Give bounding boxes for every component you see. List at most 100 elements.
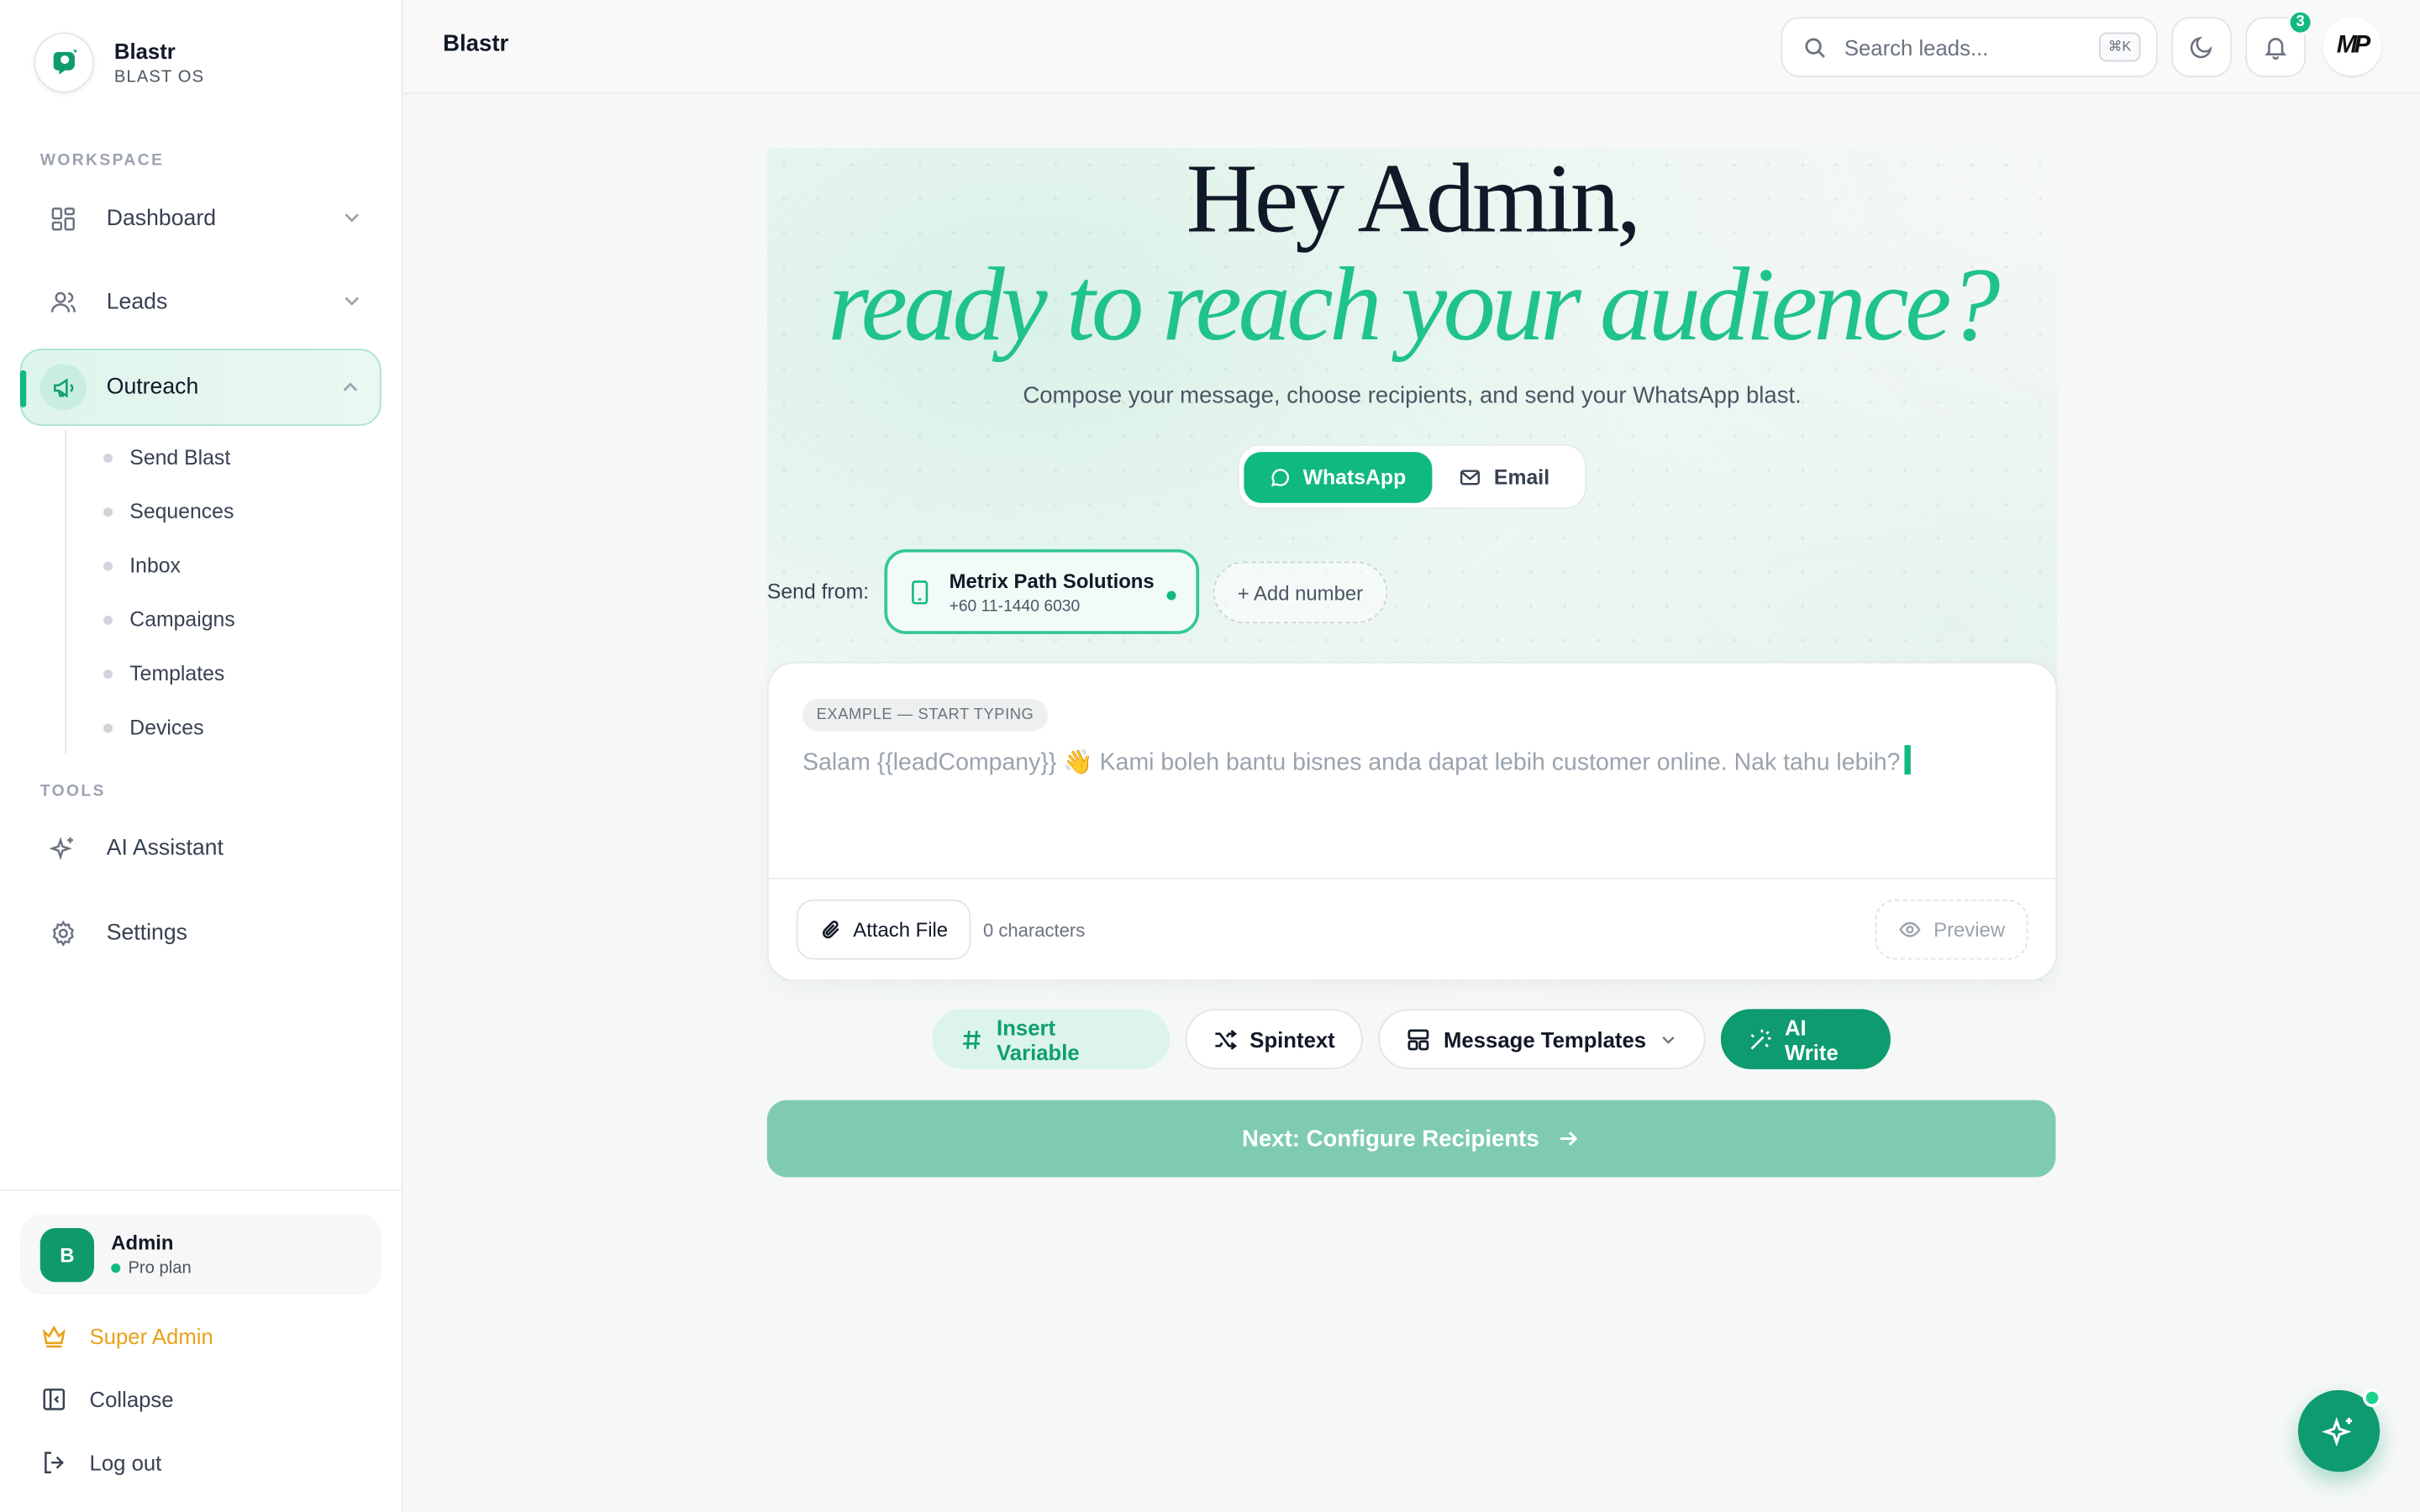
- arrow-right-icon: [1560, 1131, 1578, 1146]
- brand[interactable]: Blastr BLAST OS: [34, 32, 204, 93]
- phone-icon: [912, 580, 929, 604]
- insert-variable-button[interactable]: Insert Variable: [932, 1009, 1171, 1069]
- sidebar-item-leads[interactable]: Leads: [20, 264, 381, 341]
- notification-badge: 3: [2286, 9, 2314, 36]
- sidebar-item-label: AI Assistant: [106, 836, 224, 861]
- users-icon: [48, 287, 79, 318]
- hero-subtitle: Compose your message, choose recipients,…: [1023, 382, 1802, 409]
- subnav-sequences[interactable]: Sequences: [66, 485, 374, 538]
- tab-whatsapp-label: WhatsApp: [1302, 465, 1407, 489]
- sidebar-item-label: Settings: [106, 921, 187, 946]
- outreach-subnav: Send Blast Sequences Inbox Campaigns Tem…: [65, 430, 374, 755]
- moon-icon: [2190, 36, 2212, 59]
- message-templates-button[interactable]: Message Templates: [1378, 1009, 1706, 1069]
- sidebar-item-label: Dashboard: [106, 207, 217, 232]
- ai-write-button[interactable]: AI Write: [1720, 1009, 1891, 1069]
- status-dot: [111, 1263, 121, 1273]
- next-configure-recipients-button[interactable]: Next: Configure Recipients: [766, 1100, 2056, 1178]
- plan-label: Pro plan: [128, 1258, 192, 1278]
- user-name: Admin: [111, 1231, 174, 1255]
- page-title: Blastr: [443, 30, 509, 57]
- search-input[interactable]: [1844, 34, 2076, 60]
- sidebar-item-settings[interactable]: Settings: [20, 895, 381, 972]
- brand-name: Blastr: [113, 38, 176, 64]
- super-admin-link[interactable]: Super Admin: [40, 1322, 213, 1350]
- sidebar-item-label: Outreach: [106, 375, 199, 400]
- character-count: 0 characters: [982, 919, 1086, 942]
- composer-tools: Insert Variable Spintext Message Templat…: [932, 1009, 1891, 1069]
- tab-whatsapp[interactable]: WhatsApp: [1244, 451, 1433, 502]
- device-name: Metrix Path Solutions: [949, 568, 1155, 592]
- hash-icon: [963, 1030, 981, 1048]
- next-button-label: Next: Configure Recipients: [1242, 1125, 1539, 1152]
- user-plan: Pro plan: [111, 1258, 192, 1278]
- divider: [768, 878, 2056, 879]
- subnav-devices[interactable]: Devices: [66, 701, 374, 754]
- fab-status-dot: [2362, 1389, 2382, 1408]
- layout-template-icon: [1408, 1028, 1430, 1050]
- device-number: +60 11-1440 6030: [949, 596, 1081, 615]
- message-placeholder: Salam {{leadCompany}} 👋 Kami boleh bantu…: [802, 749, 1901, 776]
- sidebar-item-dashboard[interactable]: Dashboard: [20, 181, 381, 258]
- preview-label: Preview: [1933, 917, 2006, 942]
- sparkles-icon: [48, 833, 79, 864]
- shuffle-icon: [1215, 1029, 1238, 1049]
- notifications-button[interactable]: 3: [2245, 9, 2314, 77]
- hero-greeting: Hey Admin,: [1186, 143, 1642, 254]
- example-tag: EXAMPLE — START TYPING: [802, 699, 1048, 732]
- sidebar-footer: B Admin Pro plan Super Admin Collapse Lo…: [0, 1189, 403, 1512]
- sidebar-item-ai-assistant[interactable]: AI Assistant: [20, 810, 381, 887]
- message-textarea[interactable]: Salam {{leadCompany}} 👋 Kami boleh bantu…: [802, 745, 1912, 778]
- spintext-button[interactable]: Spintext: [1185, 1009, 1363, 1069]
- brand-logo-icon: [34, 32, 95, 93]
- topbar: Blastr ⌘K 3 MP: [404, 0, 2420, 95]
- subnav-inbox[interactable]: Inbox: [66, 538, 374, 592]
- user-card[interactable]: B Admin Pro plan: [19, 1214, 381, 1294]
- logout-icon: [45, 1452, 64, 1474]
- gear-icon: [48, 918, 79, 949]
- collapse-label: Collapse: [89, 1387, 174, 1412]
- logout-button[interactable]: Log out: [40, 1449, 162, 1477]
- shortcut-hint: ⌘K: [2098, 32, 2141, 62]
- message-composer: EXAMPLE — START TYPING Salam {{leadCompa…: [766, 661, 2058, 982]
- bell-icon: [2265, 38, 2287, 60]
- ai-assistant-fab[interactable]: [2297, 1389, 2382, 1473]
- attach-file-label: Attach File: [853, 917, 949, 942]
- device-selector[interactable]: Metrix Path Solutions +60 11-1440 6030: [884, 549, 1200, 634]
- message-templates-label: Message Templates: [1444, 1026, 1647, 1052]
- chevron-down-icon: [345, 297, 360, 306]
- spintext-label: Spintext: [1249, 1026, 1335, 1052]
- app-root: Blastr BLAST OS WORKSPACE Dashboard Lead…: [0, 0, 2420, 1512]
- subnav-campaigns[interactable]: Campaigns: [66, 592, 374, 646]
- subnav-send-blast[interactable]: Send Blast: [66, 430, 374, 484]
- logout-label: Log out: [89, 1450, 162, 1475]
- paperclip-icon: [822, 921, 839, 939]
- tools-label: TOOLS: [39, 782, 106, 801]
- chevron-down-icon: [345, 213, 360, 223]
- user-avatar-button[interactable]: MP: [2323, 17, 2382, 76]
- ai-write-label: AI Write: [1784, 1014, 1839, 1064]
- chat-bubble-icon: [1271, 468, 1290, 486]
- sidebar: Blastr BLAST OS WORKSPACE Dashboard Lead…: [0, 0, 403, 1512]
- tab-email-label: Email: [1493, 465, 1550, 489]
- mail-icon: [1460, 469, 1480, 485]
- subnav-templates[interactable]: Templates: [66, 647, 374, 701]
- collapse-button[interactable]: Collapse: [40, 1385, 174, 1413]
- grid-icon: [48, 203, 79, 234]
- attach-file-button[interactable]: Attach File: [796, 899, 971, 960]
- preview-button[interactable]: Preview: [1875, 899, 2028, 960]
- tab-email[interactable]: Email: [1432, 451, 1576, 502]
- super-admin-label: Super Admin: [89, 1323, 213, 1349]
- add-number-button[interactable]: + Add number: [1213, 561, 1388, 624]
- chevron-down-icon: [1661, 1036, 1674, 1043]
- sidebar-item-label: Leads: [106, 290, 168, 315]
- chevron-up-icon: [343, 382, 358, 391]
- eye-icon: [1899, 921, 1921, 937]
- search-box[interactable]: ⌘K: [1781, 17, 2158, 77]
- send-from-label: Send from:: [766, 580, 870, 604]
- crown-icon: [42, 1326, 66, 1348]
- theme-toggle-button[interactable]: [2171, 17, 2232, 77]
- megaphone-icon: [48, 372, 79, 403]
- hero-tagline: ready to reach your audience?: [828, 245, 2000, 363]
- sidebar-item-outreach[interactable]: Outreach: [19, 349, 381, 426]
